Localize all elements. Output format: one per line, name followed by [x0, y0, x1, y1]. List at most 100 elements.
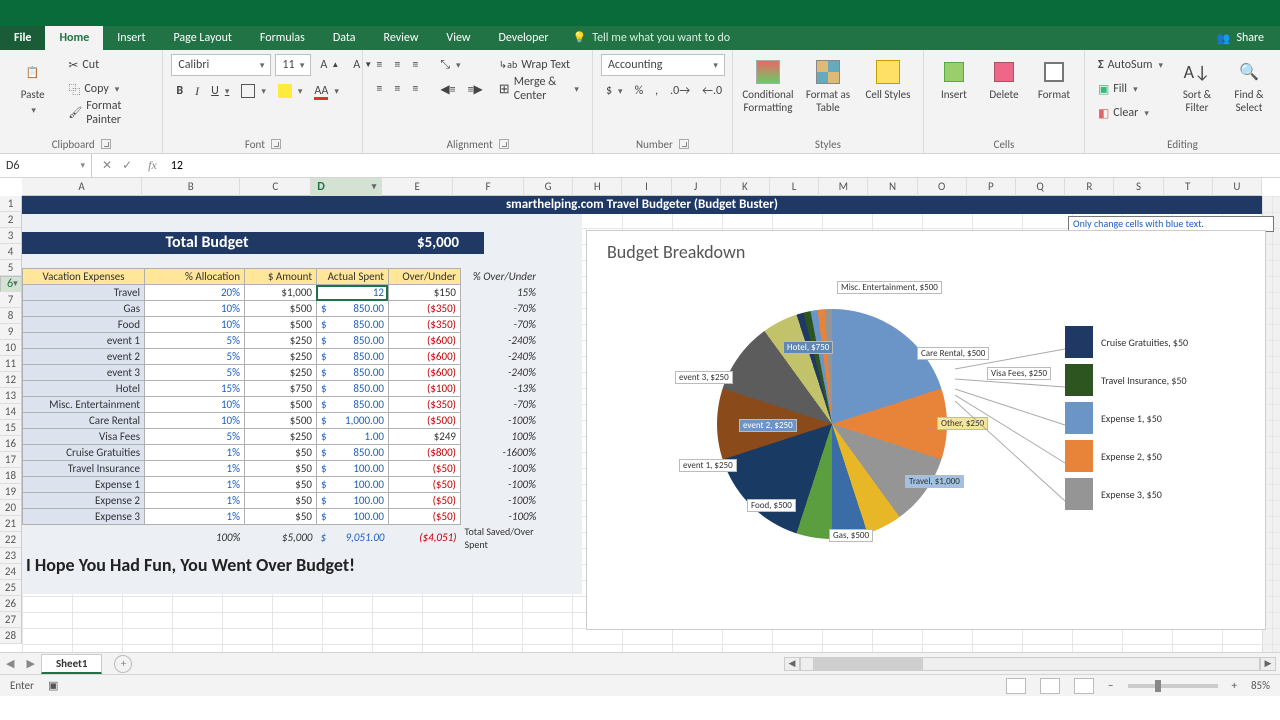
cut-button[interactable]: Cut [63, 54, 154, 76]
row-header[interactable]: 15 [0, 420, 22, 436]
align-left-button[interactable]: ≡ [371, 78, 387, 100]
share-button[interactable]: Share [1201, 26, 1280, 50]
row-header[interactable]: 28 [0, 628, 22, 644]
font-color-button[interactable]: A [309, 80, 343, 102]
add-sheet-button[interactable]: + [114, 655, 132, 673]
format-painter-button[interactable]: Format Painter [63, 102, 154, 124]
font-size-select[interactable]: 11 [275, 54, 311, 76]
row-header[interactable]: 7 [0, 292, 22, 308]
tab-review[interactable]: Review [370, 26, 433, 50]
budget-table[interactable]: Vacation Expenses% Allocation$ AmountAct… [22, 268, 541, 551]
font-name-select[interactable]: Calibri [171, 54, 271, 76]
column-header[interactable]: P [967, 178, 1016, 196]
align-bottom-button[interactable]: ≡ [407, 54, 423, 76]
tab-home[interactable]: Home [45, 26, 103, 50]
bold-button[interactable]: B [171, 80, 188, 102]
format-as-table-button[interactable]: Format as Table [801, 54, 855, 118]
row-headers[interactable]: 1234567891011121314151617181920212223242… [0, 196, 22, 644]
fx-icon[interactable]: fx [142, 154, 163, 177]
column-header[interactable]: S [1114, 178, 1163, 196]
cell-styles-button[interactable]: Cell Styles [861, 54, 915, 105]
grow-font-button[interactable]: A▲ [315, 54, 344, 76]
grid[interactable]: smarthelping.com Travel Budgeter (Budget… [22, 196, 1280, 652]
column-header[interactable]: T [1164, 178, 1213, 196]
format-cells-button[interactable]: Format [1032, 54, 1076, 105]
italic-button[interactable]: I [190, 80, 204, 102]
percent-button[interactable]: % [630, 80, 649, 102]
column-header[interactable]: U [1213, 178, 1262, 196]
sheet-tab[interactable]: Sheet1 [41, 654, 103, 674]
zoom-slider[interactable] [1128, 684, 1218, 688]
row-header[interactable]: 16 [0, 436, 22, 452]
row-header[interactable]: 5 [0, 260, 22, 276]
number-format-select[interactable]: Accounting [601, 54, 725, 76]
conditional-formatting-button[interactable]: Conditional Formatting [741, 54, 795, 118]
orientation-button[interactable]: ⤡ [435, 54, 465, 76]
column-header[interactable]: L [770, 178, 819, 196]
horizontal-scrollbar[interactable]: ◀ ▶ [132, 657, 1280, 671]
paste-button[interactable]: 📋 Paste [8, 54, 57, 120]
scroll-thumb[interactable] [813, 658, 923, 670]
tab-insert[interactable]: Insert [103, 26, 159, 50]
column-header[interactable]: K [721, 178, 770, 196]
row-header[interactable]: 23 [0, 548, 22, 564]
column-header[interactable]: Q [1016, 178, 1065, 196]
row-header[interactable]: 26 [0, 596, 22, 612]
row-header[interactable]: 4 [0, 244, 22, 260]
formula-input[interactable] [163, 154, 1280, 177]
border-button[interactable] [236, 80, 271, 102]
currency-button[interactable]: $ [601, 80, 628, 102]
clear-button[interactable]: Clear [1093, 102, 1168, 124]
row-header[interactable]: 13 [0, 388, 22, 404]
delete-cells-button[interactable]: Delete [982, 54, 1026, 105]
row-header[interactable]: 21 [0, 516, 22, 532]
fill-color-button[interactable] [273, 80, 308, 102]
scroll-right-button[interactable]: ▶ [1260, 657, 1276, 671]
pie-chart[interactable]: Budget Breakdown Misc. Entertainment, $5… [586, 230, 1266, 630]
tab-view[interactable]: View [432, 26, 484, 50]
dialog-launcher-icon[interactable] [679, 139, 689, 149]
row-header[interactable]: 10 [0, 340, 22, 356]
align-middle-button[interactable]: ≡ [389, 54, 405, 76]
comma-button[interactable]: , [650, 80, 663, 102]
row-header[interactable]: 8 [0, 308, 22, 324]
row-header[interactable]: 1 [0, 196, 22, 212]
row-header[interactable]: 17 [0, 452, 22, 468]
row-header[interactable]: 2 [0, 212, 22, 228]
zoom-out-button[interactable]: − [1108, 679, 1113, 692]
name-box[interactable]: D6 [0, 154, 92, 177]
row-header[interactable]: 20 [0, 500, 22, 516]
tab-nav-next[interactable]: ▶ [20, 657, 40, 670]
row-header[interactable]: 19 [0, 484, 22, 500]
underline-button[interactable]: U [206, 80, 234, 102]
increase-decimal-button[interactable]: .0→ [665, 80, 695, 102]
tab-formulas[interactable]: Formulas [246, 26, 319, 50]
column-header[interactable]: F [453, 178, 524, 196]
column-headers[interactable]: ABCDEFGHIJKLMNOPQRSTU [22, 178, 1262, 196]
column-header[interactable]: B [142, 178, 240, 196]
row-header[interactable]: 9 [0, 324, 22, 340]
decrease-decimal-button[interactable]: ←.0 [697, 80, 727, 102]
increase-indent-button[interactable]: ≡▶ [463, 78, 488, 100]
row-header[interactable]: 3 [0, 228, 22, 244]
merge-center-button[interactable]: Merge & Center [494, 78, 584, 100]
copy-button[interactable]: Copy [63, 78, 154, 100]
cancel-formula-button[interactable]: ✕ [102, 158, 112, 173]
wrap-text-button[interactable]: Wrap Text [494, 54, 584, 76]
column-header[interactable]: O [918, 178, 967, 196]
page-break-view-button[interactable] [1074, 678, 1094, 694]
row-header[interactable]: 22 [0, 532, 22, 548]
column-header[interactable]: M [819, 178, 868, 196]
align-center-button[interactable]: ≡ [389, 78, 405, 100]
align-top-button[interactable]: ≡ [371, 54, 387, 76]
column-header[interactable]: R [1065, 178, 1114, 196]
page-layout-view-button[interactable] [1040, 678, 1060, 694]
row-header[interactable]: 24 [0, 564, 22, 580]
column-header[interactable]: J [672, 178, 721, 196]
column-header[interactable]: D [311, 178, 382, 196]
row-header[interactable]: 12 [0, 372, 22, 388]
decrease-indent-button[interactable]: ◀≡ [435, 78, 460, 100]
column-header[interactable]: C [240, 178, 311, 196]
zoom-in-button[interactable]: + [1232, 679, 1237, 692]
tab-page-layout[interactable]: Page Layout [159, 26, 245, 50]
